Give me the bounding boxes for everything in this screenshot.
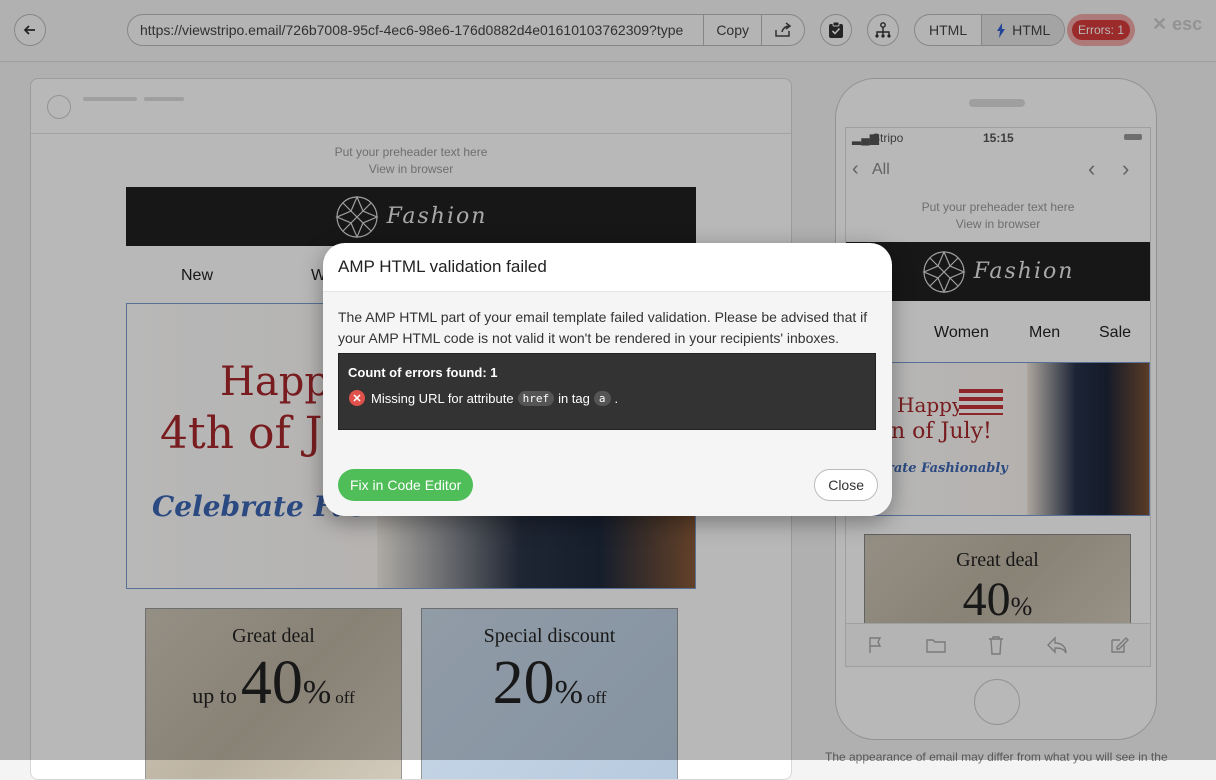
- error-item: ✕ Missing URL for attribute href in tag …: [349, 390, 618, 406]
- fix-in-code-editor-button[interactable]: Fix in Code Editor: [338, 469, 474, 501]
- error-text-after: .: [614, 390, 619, 406]
- error-x-icon: ✕: [349, 390, 365, 406]
- error-tag-code: a: [593, 390, 611, 406]
- dialog-message: The AMP HTML part of your email template…: [338, 309, 868, 346]
- error-list-box: Count of errors found: 1 ✕ Missing URL f…: [338, 353, 876, 430]
- error-text-before: Missing URL for attribute: [371, 390, 514, 406]
- dialog-body: The AMP HTML part of your email template…: [323, 292, 892, 516]
- amp-validation-dialog: AMP HTML validation failed The AMP HTML …: [323, 243, 892, 516]
- error-text-mid: in tag: [558, 390, 590, 406]
- error-count: Count of errors found: 1: [348, 365, 498, 380]
- dialog-title: AMP HTML validation failed: [323, 243, 892, 292]
- close-button[interactable]: Close: [814, 469, 878, 501]
- error-attr-code: href: [517, 390, 555, 406]
